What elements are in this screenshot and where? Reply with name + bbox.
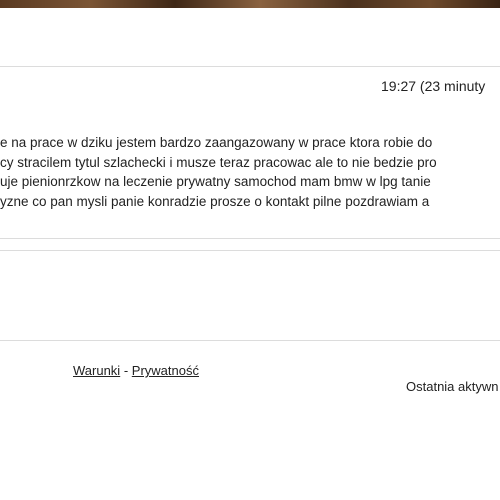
post-message: e na prace w dziku jestem bardzo zaangaz… <box>0 133 500 211</box>
link-separator: - <box>123 363 129 378</box>
divider <box>0 66 500 67</box>
header-banner-image <box>0 0 500 8</box>
last-active-status: Ostatnia aktywn <box>406 379 499 394</box>
message-line: uje pienionrzkow na leczenie prywatny sa… <box>0 174 431 189</box>
divider <box>0 250 500 251</box>
message-line: e na prace w dziku jestem bardzo zaangaz… <box>0 135 433 150</box>
post-timestamp: 19:27 (23 minuty <box>381 78 486 94</box>
footer-links: Warunki - Prywatność <box>73 363 199 378</box>
message-line: yzne co pan mysli panie konradzie prosze… <box>0 193 430 209</box>
terms-link[interactable]: Warunki <box>73 363 120 378</box>
privacy-link[interactable]: Prywatność <box>132 363 199 378</box>
divider <box>0 238 500 239</box>
footer-divider <box>0 340 500 341</box>
message-line: cy stracilem tytul szlachecki i musze te… <box>0 154 437 170</box>
